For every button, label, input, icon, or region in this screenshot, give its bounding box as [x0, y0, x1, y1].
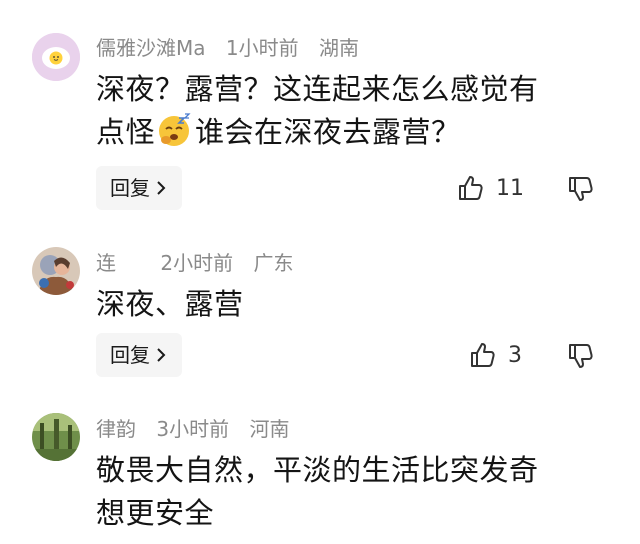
avatar[interactable]	[32, 247, 80, 295]
reply-button[interactable]: 回复	[96, 166, 182, 210]
comment-meta: 儒雅沙滩Ma 1小时前 湖南	[96, 36, 373, 60]
comment-text-segment: 谁会在深夜去露营？	[195, 115, 461, 149]
thumbs-up-icon	[471, 343, 495, 367]
avatar-forest-image	[32, 413, 80, 461]
reply-label: 回复	[110, 343, 150, 367]
comment-text-line: 敬畏大自然，平淡的生活比突发奇	[96, 453, 539, 487]
like-button[interactable]: 3	[468, 340, 522, 370]
comment-text: 深夜、露营	[96, 283, 616, 326]
avatar-illustration-image	[32, 247, 80, 295]
thumbs-down-icon[interactable]	[566, 341, 596, 371]
avatar[interactable]	[32, 33, 80, 81]
comment-text: 深夜？露营？这连起来怎么感觉有 点怪 谁会在深夜去露营？	[96, 68, 616, 154]
reply-label: 回复	[110, 176, 150, 200]
comment-text-line: 深夜？露营？这连起来怎么感觉有	[96, 72, 539, 106]
thumbs-up-icon	[459, 176, 483, 200]
like-count: 3	[508, 342, 522, 368]
sleepy-face-emoji-icon	[159, 113, 191, 146]
comment-text-segment: 点怪	[96, 115, 156, 149]
comment-meta: 律韵 3小时前 河南	[96, 417, 303, 441]
like-count: 11	[496, 175, 524, 201]
comment-location: 湖南	[318, 36, 359, 60]
comment-meta: 连 2小时前 广东	[96, 251, 307, 275]
chevron-right-icon	[157, 348, 166, 362]
username[interactable]: 律韵	[96, 417, 136, 441]
username[interactable]: 连	[96, 251, 116, 275]
comment-text-line: 点怪 谁会在深夜去露营？	[96, 111, 616, 154]
avatar[interactable]	[32, 413, 80, 461]
comment-text-line: 想更安全	[96, 496, 215, 530]
chevron-right-icon	[157, 181, 166, 195]
comment-text-line: 深夜、露营	[96, 287, 244, 321]
comment-item: 连 2小时前 广东 深夜、露营 回复 3	[0, 215, 640, 385]
comment-time: 3小时前	[156, 417, 230, 441]
comment-location: 广东	[253, 251, 294, 275]
comment-item: 儒雅沙滩Ma 1小时前 湖南 深夜？露营？这连起来怎么感觉有 点怪 谁会在深夜去…	[0, 0, 640, 215]
comment-time: 1小时前	[225, 36, 299, 60]
like-button[interactable]: 11	[456, 173, 524, 203]
comment-location: 河南	[249, 417, 290, 441]
comment-text: 敬畏大自然，平淡的生活比突发奇 想更安全	[96, 449, 616, 535]
avatar-egg-image	[32, 33, 80, 81]
comment-item: 律韵 3小时前 河南 敬畏大自然，平淡的生活比突发奇 想更安全	[0, 385, 640, 544]
reply-button[interactable]: 回复	[96, 333, 182, 377]
thumbs-down-icon[interactable]	[566, 174, 596, 204]
username[interactable]: 儒雅沙滩Ma	[96, 36, 206, 60]
comment-time: 2小时前	[160, 251, 234, 275]
